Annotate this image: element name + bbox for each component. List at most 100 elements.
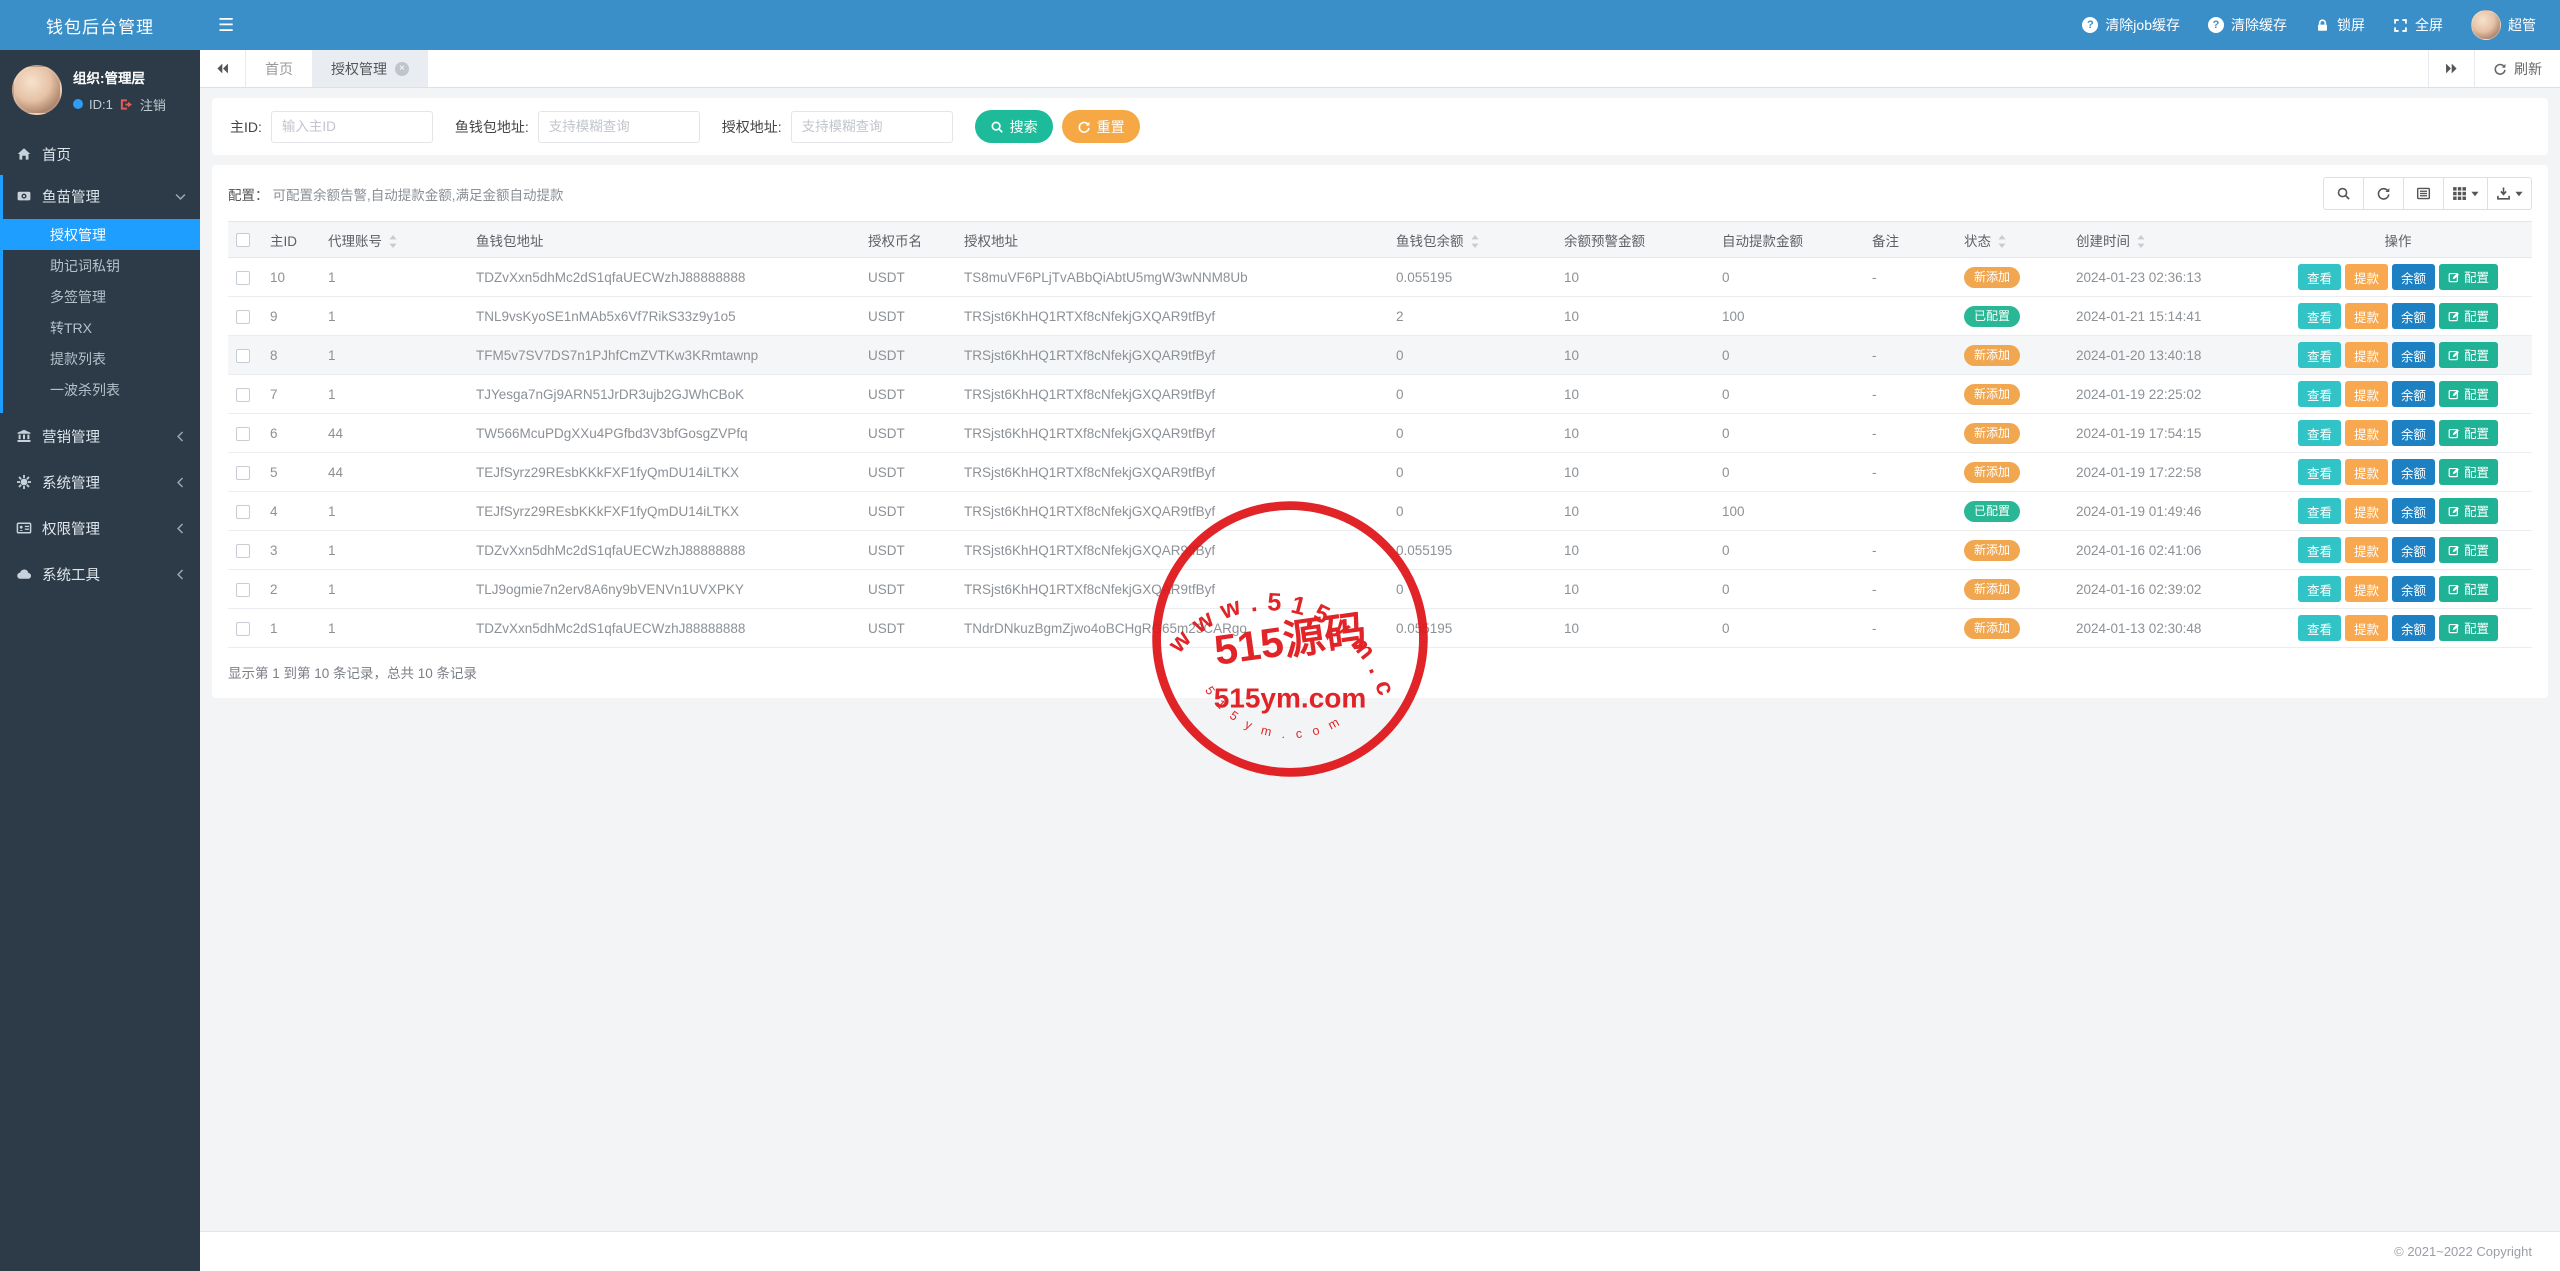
nav-item-lock-screen[interactable]: 锁屏 (2315, 15, 2365, 35)
row-checkbox[interactable] (236, 427, 250, 441)
select-all-checkbox[interactable] (236, 233, 250, 247)
view-button[interactable]: 查看 (2298, 381, 2341, 407)
balance-button[interactable]: 余额 (2392, 264, 2435, 290)
nav-item-clear-cache[interactable]: ?清除缓存 (2208, 15, 2287, 35)
sidebar-item-system-tools[interactable]: 系统工具 (0, 551, 200, 597)
view-button[interactable]: 查看 (2298, 342, 2341, 368)
row-checkbox[interactable] (236, 388, 250, 402)
tabs-scroll-left-button[interactable] (200, 50, 246, 87)
sidebar-item-transfer-trx[interactable]: 转TRX (0, 312, 200, 343)
withdraw-button[interactable]: 提款 (2345, 498, 2388, 524)
row-checkbox[interactable] (236, 310, 250, 324)
config-button[interactable]: 配置 (2439, 459, 2498, 485)
balance-button[interactable]: 余额 (2392, 381, 2435, 407)
view-button[interactable]: 查看 (2298, 537, 2341, 563)
tabs-scroll-right-button[interactable] (2428, 50, 2474, 87)
row-checkbox[interactable] (236, 466, 250, 480)
withdraw-button[interactable]: 提款 (2345, 537, 2388, 563)
table-columns-button[interactable] (2443, 177, 2488, 210)
config-label: 配置： (228, 188, 269, 203)
action-button-label: 余额 (2401, 268, 2426, 287)
reset-button[interactable]: 重置 (1062, 110, 1140, 143)
table-search-button[interactable] (2323, 177, 2364, 210)
sidebar-item-fish-management[interactable]: 鱼苗管理 (0, 175, 200, 217)
balance-button[interactable]: 余额 (2392, 615, 2435, 641)
column-header-代理账号[interactable]: 代理账号 (320, 222, 468, 258)
tab-refresh-button[interactable]: 刷新 (2474, 50, 2560, 87)
config-button[interactable]: 配置 (2439, 537, 2498, 563)
row-checkbox[interactable] (236, 544, 250, 558)
balance-button[interactable]: 余额 (2392, 576, 2435, 602)
balance-button[interactable]: 余额 (2392, 303, 2435, 329)
auth-address-input[interactable] (791, 111, 953, 143)
column-header-状态[interactable]: 状态 (1956, 222, 2068, 258)
withdraw-button[interactable]: 提款 (2345, 420, 2388, 446)
config-button[interactable]: 配置 (2439, 381, 2498, 407)
row-checkbox[interactable] (236, 271, 250, 285)
table-export-button[interactable] (2487, 177, 2532, 210)
withdraw-button[interactable]: 提款 (2345, 264, 2388, 290)
withdraw-button[interactable]: 提款 (2345, 615, 2388, 641)
view-button[interactable]: 查看 (2298, 498, 2341, 524)
view-button[interactable]: 查看 (2298, 264, 2341, 290)
table-detail-view-button[interactable] (2403, 177, 2444, 210)
balance-button[interactable]: 余额 (2392, 537, 2435, 563)
detail-icon (2416, 186, 2431, 201)
tab-auth-management[interactable]: 授权管理 × (312, 50, 428, 87)
main-id-input[interactable] (271, 111, 433, 143)
tab-home[interactable]: 首页 (246, 50, 312, 87)
nav-item-admin-user[interactable]: 超管 (2471, 10, 2536, 40)
config-button[interactable]: 配置 (2439, 576, 2498, 602)
sidebar-item-label: 首页 (42, 144, 71, 165)
sidebar-item-marketing-management[interactable]: 营销管理 (0, 413, 200, 459)
balance-button[interactable]: 余额 (2392, 459, 2435, 485)
config-button[interactable]: 配置 (2439, 342, 2498, 368)
sidebar-item-mnemonic-private-key[interactable]: 助记词私钥 (0, 250, 200, 281)
action-button-label: 查看 (2307, 580, 2332, 599)
cell-main-id: 6 (262, 414, 320, 453)
balance-button[interactable]: 余额 (2392, 342, 2435, 368)
row-checkbox[interactable] (236, 622, 250, 636)
search-button[interactable]: 搜索 (975, 110, 1053, 143)
row-checkbox[interactable] (236, 349, 250, 363)
withdraw-button[interactable]: 提款 (2345, 342, 2388, 368)
view-button[interactable]: 查看 (2298, 303, 2341, 329)
view-button[interactable]: 查看 (2298, 576, 2341, 602)
nav-item-fullscreen[interactable]: 全屏 (2393, 15, 2443, 35)
withdraw-button[interactable]: 提款 (2345, 303, 2388, 329)
withdraw-button[interactable]: 提款 (2345, 381, 2388, 407)
sidebar-item-permission-management[interactable]: 权限管理 (0, 505, 200, 551)
sidebar-item-multisig-management[interactable]: 多签管理 (0, 281, 200, 312)
sidebar-item-home[interactable]: 首页 (0, 133, 200, 175)
table-refresh-button[interactable] (2363, 177, 2404, 210)
withdraw-button[interactable]: 提款 (2345, 459, 2388, 485)
logout-link[interactable]: 注销 (140, 95, 166, 114)
config-button[interactable]: 配置 (2439, 615, 2498, 641)
config-button[interactable]: 配置 (2439, 303, 2498, 329)
sidebar-item-system-management[interactable]: 系统管理 (0, 459, 200, 505)
search-button-label: 搜索 (1010, 117, 1038, 137)
sidebar-item-withdraw-list[interactable]: 提款列表 (0, 343, 200, 374)
withdraw-button[interactable]: 提款 (2345, 576, 2388, 602)
sidebar-item-onewave-kill-list[interactable]: 一波杀列表 (0, 374, 200, 405)
row-checkbox[interactable] (236, 583, 250, 597)
fish-wallet-address-input[interactable] (538, 111, 700, 143)
cell-status: 新添加 (1956, 570, 2068, 609)
balance-button[interactable]: 余额 (2392, 498, 2435, 524)
view-button[interactable]: 查看 (2298, 420, 2341, 446)
select-all-header[interactable] (228, 222, 262, 258)
tab-close-icon[interactable]: × (395, 62, 409, 76)
column-header-鱼钱包余额[interactable]: 鱼钱包余额 (1388, 222, 1556, 258)
sidebar-toggle-icon[interactable]: ☰ (218, 15, 234, 36)
action-button-label: 查看 (2307, 346, 2332, 365)
row-checkbox[interactable] (236, 505, 250, 519)
balance-button[interactable]: 余额 (2392, 420, 2435, 446)
config-button[interactable]: 配置 (2439, 264, 2498, 290)
column-header-创建时间[interactable]: 创建时间 (2068, 222, 2264, 258)
sidebar-item-auth-management[interactable]: 授权管理 (0, 219, 200, 250)
config-button[interactable]: 配置 (2439, 498, 2498, 524)
nav-item-clear-job-cache[interactable]: ?清除job缓存 (2082, 15, 2180, 35)
view-button[interactable]: 查看 (2298, 459, 2341, 485)
view-button[interactable]: 查看 (2298, 615, 2341, 641)
config-button[interactable]: 配置 (2439, 420, 2498, 446)
